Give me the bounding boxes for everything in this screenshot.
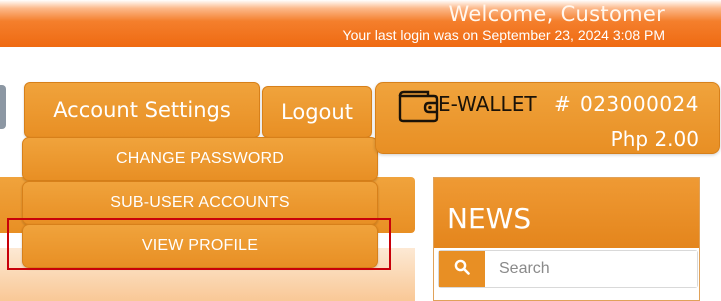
- news-title: NEWS: [434, 178, 699, 248]
- ewallet-number: 023000024: [579, 92, 699, 116]
- search-input[interactable]: [485, 251, 697, 287]
- logout-button[interactable]: Logout: [262, 86, 372, 138]
- news-panel: NEWS: [433, 177, 700, 301]
- search-button[interactable]: [439, 251, 485, 287]
- left-nav-stub[interactable]: [0, 85, 6, 129]
- menu-item-change-password[interactable]: CHANGE PASSWORD: [22, 137, 378, 181]
- last-login-text: Your last login was on September 23, 202…: [342, 27, 665, 43]
- ewallet-panel: E-WALLET # 023000024 Php 2.00: [375, 82, 720, 154]
- news-search: [438, 250, 698, 288]
- account-settings-button[interactable]: Account Settings: [24, 82, 260, 138]
- search-icon: [454, 259, 470, 279]
- selection-highlight: [7, 218, 391, 270]
- ewallet-hash: #: [554, 92, 571, 116]
- top-header-bar: Welcome, Customer Your last login was on…: [0, 0, 721, 47]
- ewallet-balance: Php 2.00: [610, 127, 699, 151]
- ewallet-label: E-WALLET: [438, 92, 537, 116]
- welcome-text: Welcome, Customer: [448, 2, 665, 26]
- wallet-icon: [396, 88, 442, 128]
